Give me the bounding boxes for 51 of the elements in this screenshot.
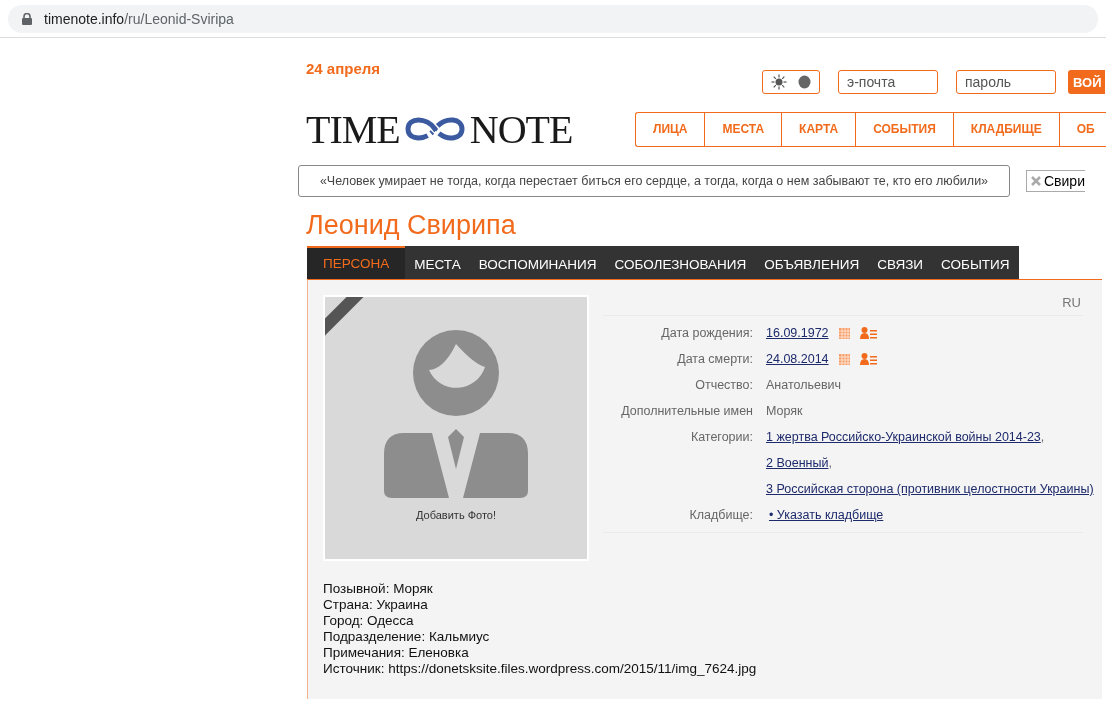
detail-label: Кладбище: (688, 507, 753, 524)
detail-value: Анатольевич (766, 377, 842, 394)
note-line: Источник: https://donetsksite.files.wordpress.com/2015/11/img_7624.jpg (323, 661, 758, 677)
email-field[interactable]: э-почта (838, 70, 938, 94)
tab[interactable]: СВЯЗИ (868, 246, 933, 279)
note-line: Страна: Украина (323, 597, 429, 613)
close-icon[interactable] (1031, 176, 1041, 186)
moon-icon (798, 75, 812, 89)
category-link[interactable]: 1 жертва Российско-Украинской войны 2014-23 (766, 424, 1041, 450)
tab[interactable]: МЕСТА (405, 246, 470, 279)
password-field[interactable]: пароль (956, 70, 1056, 94)
photo-placeholder[interactable]: Добавить Фото! (323, 295, 589, 561)
tab[interactable]: ПЕРСОНА (307, 246, 406, 279)
logo-text[interactable]: TIME (306, 105, 400, 153)
comma-text: , (1040, 430, 1045, 444)
logo-text[interactable]: NOTE (469, 105, 573, 153)
note-line: Позывной: Моряк (323, 581, 434, 597)
sun-icon (770, 74, 787, 90)
quote-text: «Человек умирает не тогда, когда перестает биться его сердце, а тогда, когда о нем забывают те, кто его любили» (298, 165, 1010, 197)
detail-label: Дополнительные имен (620, 403, 753, 420)
person-list-icon[interactable] (859, 327, 877, 339)
search-chip[interactable]: Свири (1026, 170, 1085, 192)
address-field[interactable]: timenote.info/ru/Leonid-Sviripa (8, 4, 1098, 33)
date-link[interactable]: 24.08.2014 (766, 346, 829, 372)
person-list-icon[interactable] (859, 353, 877, 365)
note-line: Подразделение: Кальмиус (323, 629, 491, 645)
detail-label: Категории: (689, 429, 753, 446)
comma-text: , (828, 456, 832, 470)
add-photo-link[interactable]: Добавить Фото! (416, 509, 496, 521)
note-line: Город: Одесса (323, 613, 415, 629)
category-link[interactable]: 3 Российская сторона (противник целостности Украины) (766, 476, 1094, 502)
detail-label: Дата рождения: (660, 325, 753, 342)
current-date: 24 апреля (305, 60, 382, 77)
tab[interactable]: СОБЫТИЯ (932, 246, 1019, 279)
tab[interactable]: ОБЪЯВЛЕНИЯ (755, 246, 869, 279)
detail-value: Моряк (766, 403, 803, 420)
calendar-icon[interactable] (838, 327, 850, 339)
person-silhouette-icon (384, 329, 528, 499)
tab[interactable]: ВОСПОМИНАНИЯ (469, 246, 606, 279)
person-name: Леонид Свирипа (306, 210, 517, 242)
calendar-icon[interactable] (838, 353, 850, 365)
cemetery-link[interactable]: • Указать кладбище (769, 502, 884, 528)
detail-label: Дата смерти: (676, 351, 753, 368)
detail-label: Отчество: (694, 377, 753, 394)
date-link[interactable]: 16.09.1972 (766, 320, 829, 346)
theme-toggle[interactable] (762, 70, 820, 94)
note-line: Примечания: Еленовка (323, 645, 470, 661)
tab[interactable]: СОБОЛЕЗНОВАНИЯ (605, 246, 756, 279)
lock-icon (22, 12, 32, 25)
language-label[interactable]: RU (1062, 295, 1081, 310)
url-text: timenote.info/ru/Leonid-Sviripa (44, 10, 234, 27)
